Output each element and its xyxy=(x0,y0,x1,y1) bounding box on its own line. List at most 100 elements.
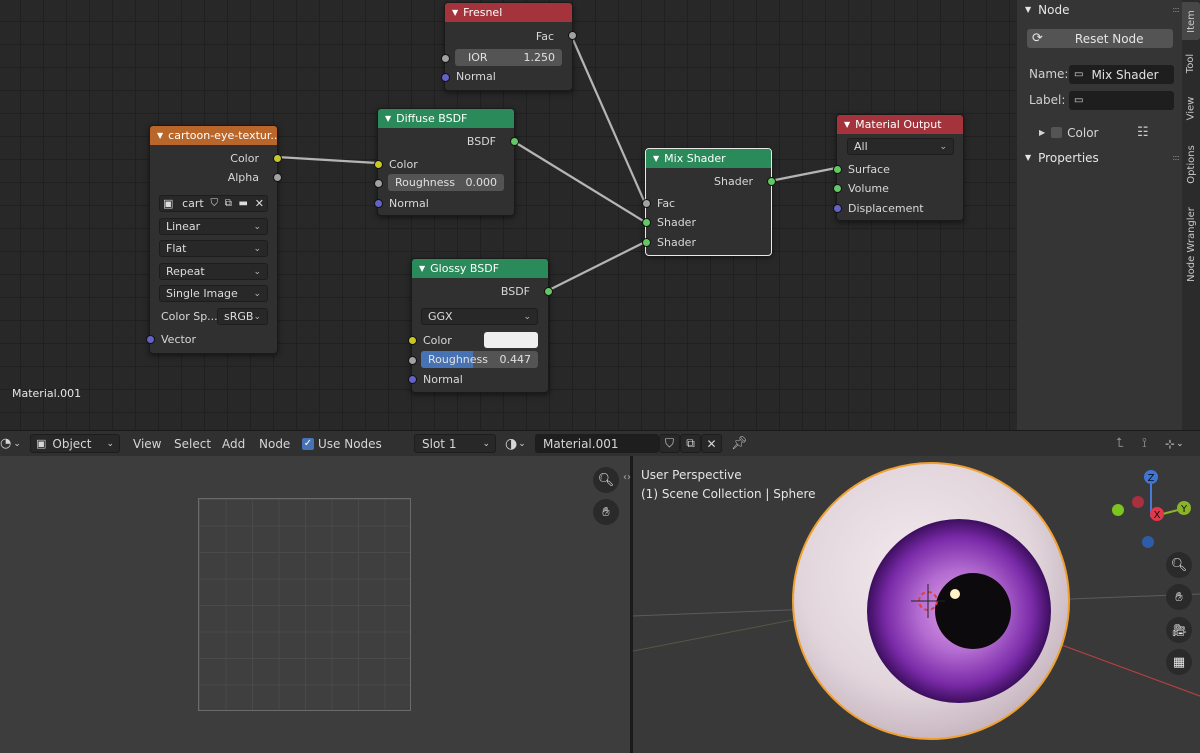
node-panel-header[interactable]: ▼ Node:::: xyxy=(1017,0,1183,19)
diffuse-bsdf-node[interactable]: ▼ Diffuse BSDF BSDF Color Roughness 0.000 … xyxy=(374,108,519,216)
image-texture-node[interactable]: ▼ cartoon-eye-textur... Color Alpha ▣ car… xyxy=(146,125,282,354)
use-nodes-toggle[interactable]: ✓ Use Nodes xyxy=(302,434,382,453)
normal-input-socket[interactable] xyxy=(374,199,383,208)
normal-input-socket[interactable] xyxy=(408,375,417,384)
duplicate-icon[interactable]: ⧉ xyxy=(225,198,232,209)
menu-node[interactable]: Node xyxy=(259,434,290,453)
tab-options[interactable]: Options xyxy=(1182,136,1200,192)
folder-icon[interactable]: ▬ xyxy=(239,198,248,209)
fake-user-shield-icon[interactable]: ⛉ xyxy=(210,198,218,209)
color-swatch[interactable] xyxy=(484,332,538,348)
panel-collapse-icon[interactable]: ▼ xyxy=(1025,5,1031,14)
image-browse-icon[interactable]: ▣ xyxy=(163,197,173,210)
tab-node-wrangler[interactable]: Node Wrangler xyxy=(1182,200,1200,288)
source-dropdown[interactable]: Single Image ⌄ xyxy=(159,285,268,302)
collapse-arrow-icon[interactable]: ▼ xyxy=(419,264,425,273)
shader-output-socket[interactable] xyxy=(767,177,776,186)
tab-item[interactable]: Item xyxy=(1182,2,1200,40)
colorspace-dropdown[interactable]: sRGB ⌄ xyxy=(217,308,268,325)
unlink-x-icon[interactable]: ✕ xyxy=(255,197,264,210)
snap-mode-dropdown[interactable]: ⊹ ⌄ xyxy=(1165,434,1184,453)
volume-input-socket[interactable] xyxy=(833,184,842,193)
collapse-arrow-icon[interactable]: ▼ xyxy=(452,8,458,17)
fac-output-socket[interactable] xyxy=(568,31,577,40)
roughness-input-socket[interactable] xyxy=(374,179,383,188)
properties-panel-header[interactable]: ▼ Properties:::: xyxy=(1017,148,1183,167)
unlink-material-button[interactable]: ✕ xyxy=(701,434,722,453)
fresnel-node[interactable]: ▼ Fresnel Fac IOR 1.250 Normal xyxy=(441,2,577,91)
color-input-socket[interactable] xyxy=(374,160,383,169)
checkbox-checked-icon[interactable]: ✓ xyxy=(302,437,314,450)
glossy-node-header[interactable]: ▼ Glossy BSDF xyxy=(412,259,548,278)
shader-input-socket-1[interactable] xyxy=(642,218,651,227)
diffuse-node-header[interactable]: ▼ Diffuse BSDF xyxy=(378,109,514,128)
image-datablock-selector[interactable]: ▣ cart ⛉ ⧉ ▬ ✕ xyxy=(159,195,268,212)
mix-shader-node[interactable]: ▼ Mix Shader Shader Fac Shader Shader xyxy=(642,148,776,256)
glossy-bsdf-node[interactable]: ▼ Glossy BSDF BSDF GGX ⌄ Color Roughness 0… xyxy=(408,258,553,393)
surface-input-socket[interactable] xyxy=(833,165,842,174)
zoom-button[interactable]: 🔍︎ xyxy=(593,467,619,493)
drag-grip-icon[interactable]: :::: xyxy=(1172,153,1180,162)
material-name-field[interactable]: Material.001 xyxy=(535,434,659,453)
ior-field[interactable]: IOR 1.250 xyxy=(455,49,562,66)
extension-dropdown[interactable]: Repeat ⌄ xyxy=(159,263,268,280)
mix-node-header[interactable]: ▼ Mix Shader xyxy=(646,149,771,168)
alpha-output-socket[interactable] xyxy=(273,173,282,182)
image-name[interactable]: cart xyxy=(182,197,204,210)
panel-collapse-icon[interactable]: ▼ xyxy=(1025,153,1031,162)
drag-grip-icon[interactable]: :::: xyxy=(1172,5,1180,14)
parent-node-tree-button[interactable]: ⮤ xyxy=(1116,434,1124,453)
label-field[interactable]: ▭ xyxy=(1069,91,1174,110)
distribution-dropdown[interactable]: GGX ⌄ xyxy=(421,308,538,325)
3d-viewport[interactable]: User Perspective (1) Scene Collection | … xyxy=(633,456,1200,753)
list-icon[interactable]: ☷ xyxy=(1137,125,1149,140)
material-output-node[interactable]: ▼ Material Output All ⌄ Surface Volume Dis… xyxy=(833,114,964,221)
color-output-socket[interactable] xyxy=(273,154,282,163)
collapse-arrow-icon[interactable]: ▼ xyxy=(844,120,850,129)
expand-arrow-icon[interactable]: ▶ xyxy=(1039,128,1045,137)
collapse-arrow-icon[interactable]: ▼ xyxy=(653,154,659,163)
image-texture-node-header[interactable]: ▼ cartoon-eye-textur... xyxy=(150,126,277,145)
normal-input-socket[interactable] xyxy=(441,73,450,82)
roughness-field[interactable]: Roughness 0.000 xyxy=(388,174,504,191)
tab-view[interactable]: View xyxy=(1182,88,1200,128)
pan-button[interactable]: ✋︎ xyxy=(593,499,619,525)
menu-add[interactable]: Add xyxy=(222,434,245,453)
bsdf-output-socket[interactable] xyxy=(544,287,553,296)
use-color-checkbox[interactable] xyxy=(1051,127,1063,138)
collapse-arrow-icon[interactable]: ▼ xyxy=(157,131,163,140)
perspective-toggle-button[interactable]: ▦ xyxy=(1166,649,1192,675)
camera-view-button[interactable]: 🎥︎ xyxy=(1166,617,1192,643)
target-dropdown[interactable]: All ⌄ xyxy=(847,138,954,155)
roughness-input-socket[interactable] xyxy=(408,356,417,365)
zoom-button[interactable]: 🔍︎ xyxy=(1166,552,1192,578)
material-browse-button[interactable]: ◑ ⌄ xyxy=(505,434,526,453)
menu-view[interactable]: View xyxy=(133,434,161,453)
3d-cursor-icon[interactable] xyxy=(911,584,945,618)
interpolation-dropdown[interactable]: Linear ⌄ xyxy=(159,218,268,235)
displacement-input-socket[interactable] xyxy=(833,204,842,213)
name-field[interactable]: ▭ Mix Shader xyxy=(1069,65,1174,84)
vector-input-socket[interactable] xyxy=(146,335,155,344)
shader-type-dropdown[interactable]: ▣ Object ⌄ xyxy=(30,434,120,453)
reset-node-button[interactable]: ⟳ Reset Node xyxy=(1027,29,1173,48)
editor-type-selector[interactable]: ◔ ⌄ xyxy=(0,434,21,453)
projection-dropdown[interactable]: Flat ⌄ xyxy=(159,240,268,257)
collapse-arrow-icon[interactable]: ▼ xyxy=(385,114,391,123)
color-input-socket[interactable] xyxy=(408,336,417,345)
fac-input-socket[interactable] xyxy=(642,199,651,208)
pin-button[interactable]: 📌︎ xyxy=(731,434,748,453)
roughness-slider[interactable]: Roughness 0.447 xyxy=(421,351,538,368)
material-output-node-header[interactable]: ▼ Material Output xyxy=(837,115,963,134)
duplicate-material-button[interactable]: ⧉ xyxy=(680,434,701,453)
ior-input-socket[interactable] xyxy=(441,54,450,63)
image-editor-area[interactable]: 🔍︎ ✋︎ xyxy=(0,456,630,753)
slot-dropdown[interactable]: Slot 1 ⌄ xyxy=(414,434,496,453)
bsdf-output-socket[interactable] xyxy=(510,137,519,146)
fake-user-button[interactable]: ⛉ xyxy=(659,434,680,453)
color-subpanel[interactable]: ▶ Color xyxy=(1039,124,1099,141)
pan-button[interactable]: ✋︎ xyxy=(1166,584,1192,610)
fresnel-node-header[interactable]: ▼ Fresnel xyxy=(445,3,572,22)
tab-tool[interactable]: Tool xyxy=(1182,44,1200,82)
snap-toggle[interactable]: ⟟ xyxy=(1142,434,1147,453)
